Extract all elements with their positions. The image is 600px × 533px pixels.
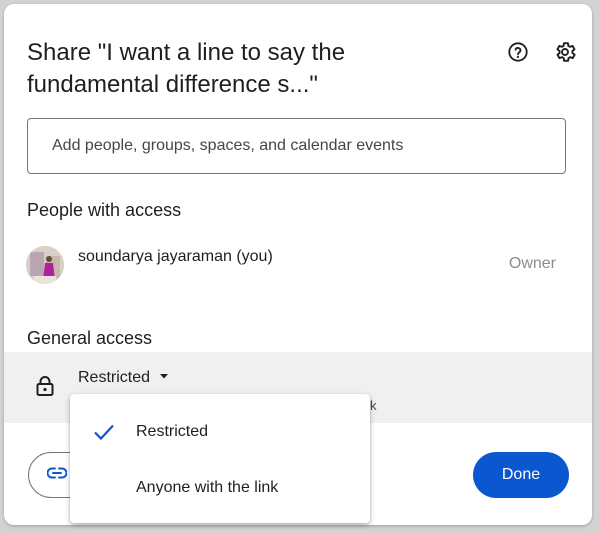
- general-access-heading: General access: [27, 328, 153, 348]
- general-access-selected: Restricted: [78, 369, 151, 386]
- avatar: [26, 246, 64, 284]
- caret-down-icon: [158, 369, 170, 387]
- menu-item-label: Restricted: [136, 423, 209, 440]
- add-people-input[interactable]: [27, 118, 566, 174]
- menu-item-restricted[interactable]: Restricted: [70, 404, 370, 460]
- general-access-description: k: [370, 398, 377, 413]
- general-access-dropdown[interactable]: Restricted: [78, 366, 170, 390]
- people-with-access-heading: People with access: [27, 200, 182, 220]
- done-button[interactable]: Done: [473, 452, 569, 498]
- gear-icon[interactable]: [551, 38, 579, 66]
- lock-icon: [30, 368, 60, 404]
- dialog-title: Share "I want a line to say the fundamen…: [27, 39, 346, 98]
- person-name: soundarya jayaraman (you): [78, 248, 273, 265]
- check-icon: [92, 420, 116, 444]
- person-role: Owner: [508, 255, 556, 272]
- menu-item-anyone-with-link[interactable]: Anyone with the link: [70, 460, 370, 516]
- general-access-menu: Restricted Anyone with the link: [70, 394, 370, 523]
- link-icon: [46, 466, 68, 484]
- help-icon[interactable]: [504, 38, 532, 66]
- menu-item-label: Anyone with the link: [136, 479, 279, 496]
